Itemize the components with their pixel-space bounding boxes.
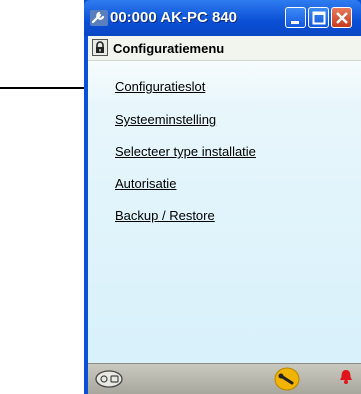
lock-button[interactable] xyxy=(92,39,108,56)
close-icon xyxy=(336,12,348,24)
maximize-button[interactable] xyxy=(308,7,329,28)
maximize-icon xyxy=(312,11,326,25)
service-wrench-icon[interactable] xyxy=(274,367,300,391)
menu-item-configuratieslot[interactable]: Configuratieslot xyxy=(115,79,205,94)
title-bar[interactable]: 00:000 AK-PC 840 xyxy=(84,0,361,36)
menu-item-selecteer-type-installatie[interactable]: Selecteer type installatie xyxy=(115,144,256,159)
client-area: Configuratiemenu Configuratieslot Systee… xyxy=(88,36,361,394)
controller-icon[interactable] xyxy=(94,369,124,389)
menu-header: Configuratiemenu xyxy=(88,36,361,61)
lock-icon xyxy=(96,41,104,53)
menu-item-autorisatie[interactable]: Autorisatie xyxy=(115,176,176,191)
alarm-bell-icon[interactable] xyxy=(338,368,354,386)
app-window: 00:000 AK-PC 840 Configuratiemenu Config… xyxy=(84,0,361,394)
minimize-button[interactable] xyxy=(285,7,306,28)
page-title: Configuratiemenu xyxy=(113,41,225,56)
wrench-app-icon xyxy=(90,10,108,26)
menu-item-backup-restore[interactable]: Backup / Restore xyxy=(115,208,215,223)
minimize-icon xyxy=(291,21,299,24)
close-button[interactable] xyxy=(331,7,352,28)
status-bar xyxy=(88,363,361,394)
window-title: 00:000 AK-PC 840 xyxy=(110,9,238,26)
menu-item-systeeminstelling[interactable]: Systeeminstelling xyxy=(115,112,216,127)
